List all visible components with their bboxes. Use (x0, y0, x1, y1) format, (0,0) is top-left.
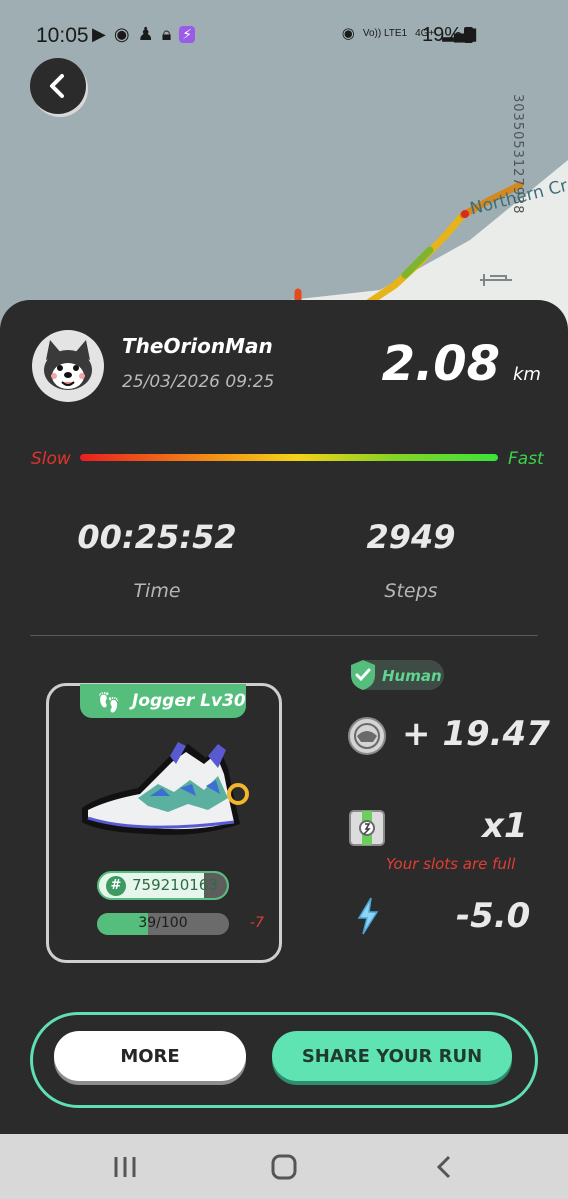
distance-value: 2.08 (381, 336, 500, 392)
recent-apps-icon[interactable] (112, 1154, 138, 1180)
notification-icons: ▶ ◉ ♟ 🔒︎ ⚡︎ (92, 24, 196, 45)
distance-unit: km (513, 364, 541, 385)
durability-change: -7 (250, 915, 264, 931)
back-button[interactable] (30, 58, 86, 114)
shiba-avatar-icon (44, 340, 92, 390)
steps-label: Steps (384, 580, 438, 602)
steps-value: 2949 (366, 518, 456, 556)
location-icon: ◉ (341, 25, 355, 42)
username: TheOrionMan (122, 334, 273, 358)
chevron-left-icon (50, 74, 64, 98)
speed-fast-label: Fast (508, 449, 544, 469)
human-label: Human (382, 667, 442, 685)
shield-check-icon (351, 660, 375, 690)
divider (30, 635, 538, 636)
speed-gradient-bar (80, 454, 498, 461)
bolt-app-icon: ⚡︎ (179, 26, 196, 43)
more-button[interactable]: MORE (54, 1031, 246, 1081)
durability-text: 39/100 (138, 915, 188, 931)
run-datetime: 25/03/2026 09:25 (122, 372, 275, 392)
gst-token-icon (348, 717, 386, 755)
avatar (32, 330, 104, 402)
battery-icon (464, 27, 473, 43)
mystery-box-count: x1 (482, 806, 528, 846)
sneaker-id: 759210163 (132, 876, 218, 894)
battery-level: 19% (422, 24, 463, 46)
lock-icon: 🔒︎ (161, 24, 172, 44)
status-bar: 10:05 ▶ ◉ ♟ 🔒︎ ⚡︎ ◉ Vo)) LTE1 4G+ ▂▄▆ 19… (0, 0, 568, 70)
share-run-button[interactable]: SHARE YOUR RUN (272, 1031, 512, 1081)
time-value: 00:25:52 (77, 518, 237, 556)
sneaker-image (82, 742, 249, 835)
speed-slow-label: Slow (31, 449, 71, 469)
energy-bolt-icon (357, 897, 379, 935)
location-pin-icon: ◉ (113, 24, 130, 44)
hash-icon: # (106, 876, 126, 896)
mystery-box-icon (349, 810, 385, 846)
energy-used-value: -5.0 (456, 896, 531, 936)
time-label: Time (133, 580, 181, 602)
slots-full-warning: Your slots are full (386, 855, 516, 873)
footprints-icon: 👣︎ (96, 690, 122, 714)
gst-earned-value: + 19.47 (402, 714, 550, 754)
nav-back-icon[interactable] (435, 1154, 453, 1180)
youtube-icon: ▶ (92, 24, 106, 44)
sneaker-type-label: Jogger Lv30 (132, 691, 246, 711)
app-icon: ♟ (137, 24, 154, 44)
status-time: 10:05 (36, 24, 89, 47)
network-label: Vo)) LTE1 (362, 27, 408, 39)
map-id-label: 3035053127938 (510, 94, 525, 215)
home-icon[interactable] (271, 1154, 297, 1180)
